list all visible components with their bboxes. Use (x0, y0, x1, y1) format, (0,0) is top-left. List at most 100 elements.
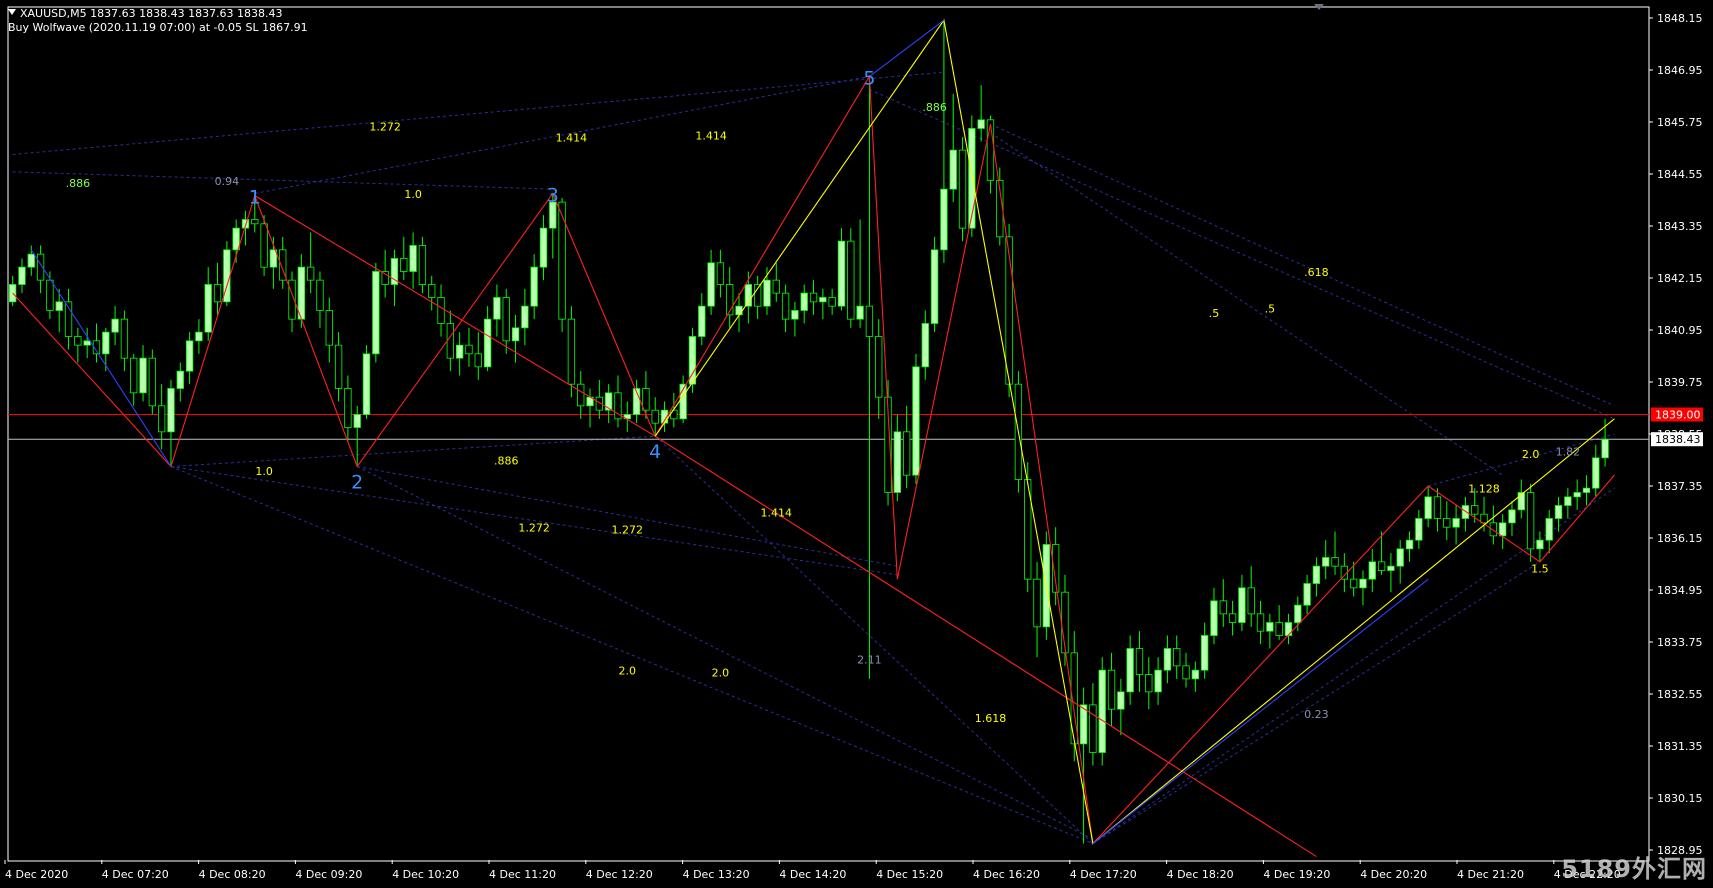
candle-body (949, 149, 957, 190)
fib-line (1092, 561, 1541, 844)
candle (800, 284, 808, 324)
candle-body (306, 266, 315, 281)
candle (1387, 553, 1395, 593)
candle (1284, 613, 1293, 645)
candle (195, 319, 203, 354)
candle-body (912, 366, 920, 476)
candle-body (902, 431, 911, 476)
candle-body (400, 258, 408, 272)
candle (1433, 488, 1442, 532)
candle (1163, 635, 1172, 684)
candle (409, 232, 417, 289)
candle-body (1182, 665, 1190, 680)
candle-body (213, 284, 222, 303)
fib-ratio-label: .5 (1209, 307, 1220, 320)
x-tick-label: 4 Dec 21:20 (1457, 868, 1524, 881)
candle (139, 345, 147, 402)
candle (64, 288, 73, 350)
candle (1461, 496, 1470, 532)
x-tick-label: 4 Dec 10:20 (392, 868, 459, 881)
candle (884, 379, 892, 506)
symbol-quote-line: XAUUSD,M5 1837.63 1838.43 1837.63 1838.4… (20, 7, 283, 20)
chart-window[interactable]: 1.272 1.414 1.414 .886 0.94 1.0 .886 .618 .5 .5 1.… (0, 0, 1713, 888)
price-chart[interactable]: 1.272 1.414 1.414 .886 0.94 1.0 .886 .618 .5 .5 1.… (0, 0, 1713, 888)
candle-body (1256, 613, 1265, 632)
y-tick-label: 1831.35 (1657, 740, 1703, 753)
candle (912, 353, 920, 484)
candle (325, 297, 333, 363)
candle-body (707, 262, 715, 307)
candle (8, 275, 17, 307)
candle-body (893, 431, 902, 493)
x-tick-label: 4 Dec 11:20 (489, 868, 556, 881)
x-tick-label: 4 Dec 13:20 (683, 868, 750, 881)
candle (241, 210, 250, 246)
wave-lines (12, 18, 1615, 857)
candle (493, 284, 501, 337)
candle (446, 310, 455, 372)
candle (36, 245, 45, 294)
candle-body (344, 388, 352, 428)
level-price-tag: 1839.00 (1655, 408, 1701, 421)
candle (1117, 678, 1125, 736)
candle (362, 345, 371, 419)
candle (772, 262, 780, 302)
chart-shift-marker-icon[interactable] (1314, 4, 1324, 10)
candle-body (437, 297, 445, 324)
fib-ratio-label: 1.272 (612, 524, 644, 537)
wolfwave-status-line: Buy Wolfwave (2020.11.19 07:00) at -0.05… (8, 21, 308, 34)
fib-line (12, 71, 944, 155)
candle (1173, 635, 1181, 679)
bid-price-tag: 1838.43 (1655, 433, 1701, 446)
candle-body (958, 149, 967, 229)
candle-body (1275, 622, 1283, 636)
candle-body (809, 292, 818, 303)
candle (865, 76, 874, 679)
candle (437, 284, 445, 337)
candle-body (1573, 492, 1581, 498)
collapse-arrow-icon[interactable] (8, 9, 16, 15)
candle (176, 362, 184, 402)
candle (1219, 579, 1227, 627)
candle-body (139, 357, 147, 394)
candle-body (1303, 583, 1311, 606)
candle-body (1377, 561, 1386, 571)
candle (260, 215, 268, 276)
candle-body (1098, 669, 1106, 753)
candle-body (1312, 565, 1321, 584)
candle-body (1107, 669, 1116, 710)
candle-body (1508, 509, 1516, 524)
candle-body (27, 253, 35, 268)
candle (92, 323, 101, 363)
fib-ratio-label: 0.23 (1304, 708, 1329, 721)
candle-body (1228, 613, 1237, 623)
fib-ratio-label: .618 (1304, 266, 1329, 279)
fib-line (990, 132, 1503, 476)
candle (604, 384, 613, 424)
candle-body (837, 240, 846, 307)
candle (977, 85, 985, 142)
candle-body (1526, 492, 1535, 550)
candle (372, 262, 380, 363)
candle (1592, 444, 1600, 497)
fib-ratio-label: .886 (66, 177, 91, 190)
candle (567, 306, 576, 398)
candle (819, 288, 827, 320)
candle (120, 310, 129, 372)
candle-body (46, 279, 54, 311)
candle (55, 288, 63, 333)
fib-line (1092, 487, 1615, 844)
fib-ratio-label: 1.5 (1531, 563, 1549, 576)
x-tick-label: 4 Dec 12:20 (586, 868, 653, 881)
candle (130, 353, 138, 406)
candle (18, 258, 26, 294)
candle-body (1005, 236, 1013, 385)
price-axis: 1848.15 1846.95 1845.75 1844.55 1843.35 1842.… (1649, 12, 1703, 857)
candle (1368, 548, 1376, 593)
candle-body (474, 353, 482, 368)
x-tick-label: 4 Dec 09:20 (295, 868, 362, 881)
candle-body (493, 297, 501, 320)
candle (707, 249, 715, 315)
candle-body (120, 318, 129, 359)
candle-body (1247, 587, 1255, 615)
